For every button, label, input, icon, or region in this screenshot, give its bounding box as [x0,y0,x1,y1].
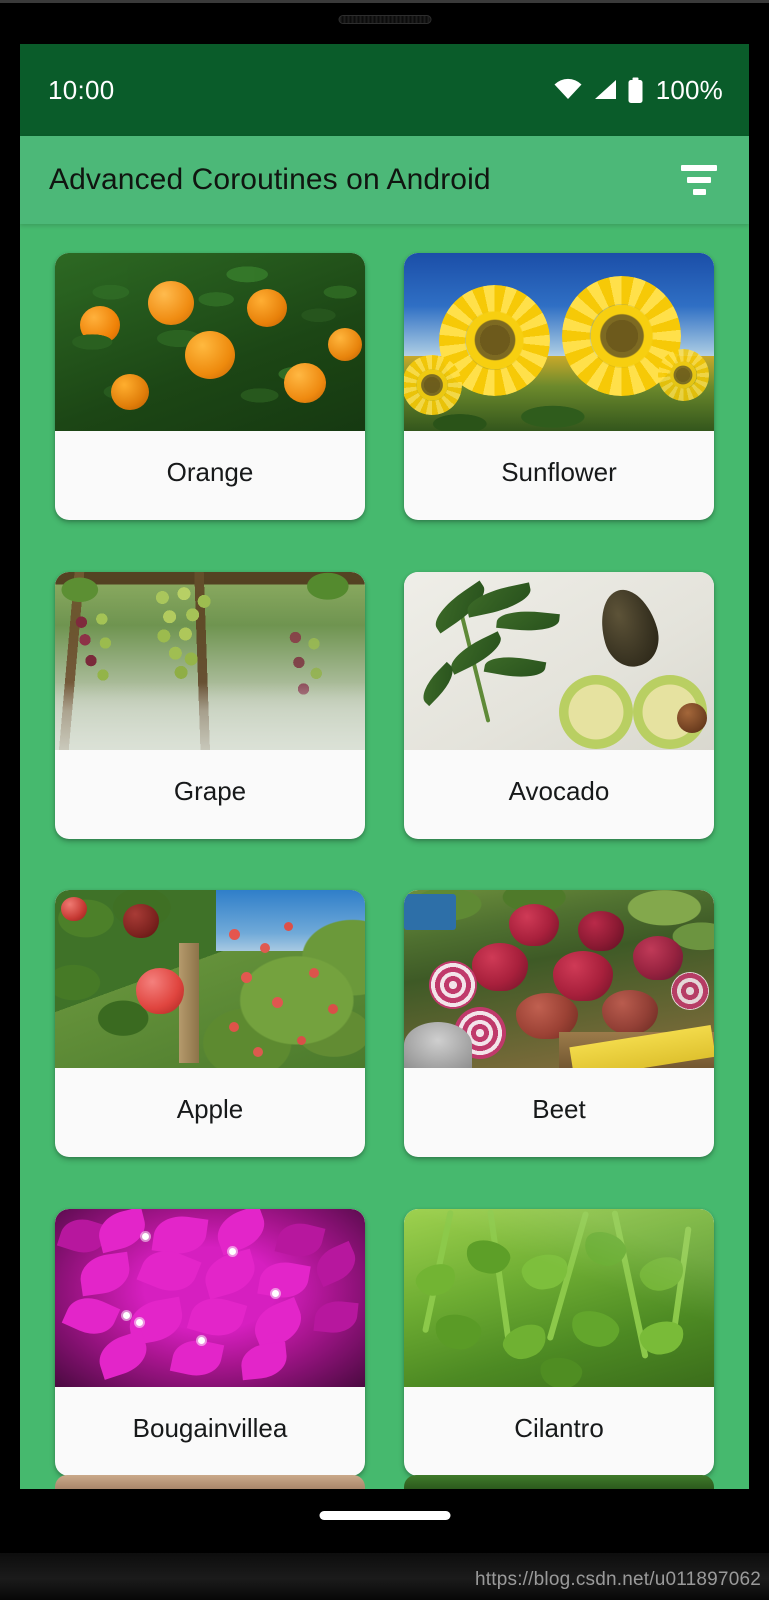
peek-card-right[interactable] [404,1475,714,1489]
phone-screen: 10:00 100% Advanced Coroutines on Androi… [20,44,749,1489]
plant-name-label: Beet [532,1094,586,1124]
phone-device: 10:00 100% Advanced Coroutines on Androi… [0,0,769,1600]
status-bar: 10:00 100% [20,44,749,136]
plant-photo-grape [55,571,365,750]
status-clock: 10:00 [48,74,115,105]
plant-card-apple[interactable]: Apple [55,890,365,1157]
wifi-icon [554,78,582,99]
filter-bar-2 [687,177,711,183]
plant-card-grape[interactable]: Grape [55,571,365,839]
filter-bar-1 [681,165,717,171]
plant-photo-cilantro [404,1208,714,1387]
plant-name-label: Bougainvillea [132,1412,288,1443]
plant-name-label: Cilantro [514,1412,604,1443]
plant-grid: Orange Sunflower Grape Avocado Apple Bee… [20,224,749,1489]
plant-photo-bougainvillea [55,1208,365,1387]
plant-photo-avocado [404,571,714,750]
plant-card-avocado[interactable]: Avocado [404,571,714,839]
plant-name-label: Orange [166,457,254,487]
plant-card-beet[interactable]: Beet [404,890,714,1157]
plant-card-sunflower[interactable]: Sunflower [404,253,714,520]
plant-grid-next-row-peek [55,1475,714,1489]
cellular-signal-icon [594,80,616,99]
app-bar: Advanced Coroutines on Android [20,136,749,224]
navigation-area: https://blog.csdn.net/u011897062 [0,1489,769,1600]
battery-percent-label: 100% [655,74,723,105]
plant-card-orange[interactable]: Orange [55,253,365,520]
plant-card-cilantro[interactable]: Cilantro [404,1208,714,1476]
filter-bar-3 [692,189,706,195]
plant-photo-beet [404,890,714,1068]
peek-card-left[interactable] [55,1475,365,1489]
plant-name-label: Grape [173,775,247,806]
watermark-url: https://blog.csdn.net/u011897062 [475,1569,761,1590]
filter-list-icon[interactable] [673,154,725,206]
status-icon-group: 100% [553,75,723,106]
plant-photo-orange [55,253,365,431]
plant-photo-apple [55,890,365,1068]
battery-icon [628,77,643,103]
plant-photo-sunflower [404,253,714,431]
plant-name-label: Sunflower [501,457,617,487]
home-indicator[interactable] [319,1511,450,1520]
plant-name-label: Apple [176,1094,244,1124]
plant-card-bougainvillea[interactable]: Bougainvillea [55,1208,365,1476]
bezel-top-edge [0,0,769,3]
plant-name-label: Avocado [508,775,610,806]
speaker-grille [338,15,431,24]
page-title: Advanced Coroutines on Android [49,163,491,196]
